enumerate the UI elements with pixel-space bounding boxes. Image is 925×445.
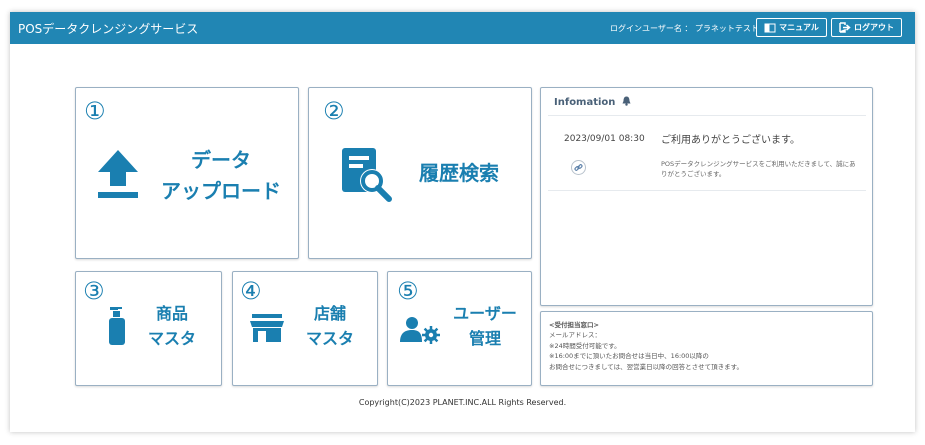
news-body: POSデータクレンジングサービスをご利用いただきまして、誠にありがとうございます… — [661, 160, 856, 179]
news-title[interactable]: ご利用ありがとうございます。 — [661, 131, 800, 146]
divider — [548, 190, 866, 191]
contact-line2: ※16:00までに頂いたお問合せは当日中、16:00以降の — [549, 352, 709, 361]
logout-label: ログアウト — [854, 23, 894, 32]
product-master-tile[interactable]: ③ 商品 マスタ — [75, 271, 222, 386]
contact-line1: ※24時間受付可能です。 — [549, 341, 621, 350]
contact-mail: メールアドレス： — [549, 331, 601, 340]
news-date: 2023/09/01 08:30 — [564, 134, 645, 144]
manual-icon — [764, 23, 776, 32]
tile-number: ② — [323, 97, 345, 125]
logout-button[interactable]: ログアウト — [831, 18, 902, 37]
user-gear-icon — [400, 317, 440, 344]
app-header: POSデータクレンジングサービス ログインユーザー名 ： プラネットテスト マニ… — [10, 12, 915, 44]
app-frame: POSデータクレンジングサービス ログインユーザー名 ： プラネットテスト マニ… — [10, 12, 915, 432]
bottle-icon — [109, 307, 125, 345]
product-master-label: 商品 マスタ — [139, 302, 205, 352]
tile-number: ⑤ — [397, 277, 419, 305]
user-label-line1: ユーザー — [453, 304, 517, 323]
tile-number: ③ — [83, 277, 105, 305]
user-management-label: ユーザー 管理 — [443, 302, 527, 352]
upload-tile[interactable]: ① データ アップロード — [75, 87, 299, 259]
store-master-label: 店舗 マスタ — [297, 302, 363, 352]
information-panel: Infomation 2023/09/01 08:30 ご利用ありがとうございま… — [540, 87, 873, 306]
link-icon — [574, 164, 583, 171]
tile-number: ④ — [240, 277, 262, 305]
upload-label-line1: データ — [191, 148, 251, 172]
information-title-text: Infomation — [554, 97, 616, 108]
history-search-label: 履歴検索 — [419, 161, 499, 185]
upload-icon — [98, 150, 138, 198]
store-label-line2: マスタ — [305, 328, 354, 348]
upload-label: データ アップロード — [156, 145, 286, 207]
store-master-tile[interactable]: ④ 店舗 マスタ — [232, 271, 378, 386]
manual-label: マニュアル — [779, 23, 819, 32]
divider — [548, 115, 866, 116]
app-title: POSデータクレンジングサービス — [18, 22, 199, 36]
product-label-line2: マスタ — [147, 328, 196, 348]
tile-number: ① — [84, 97, 106, 125]
store-icon — [250, 314, 284, 342]
manual-button[interactable]: マニュアル — [756, 18, 827, 37]
contact-line3: お問合せにつきましては、翌営業日以降の回答とさせて頂きます。 — [549, 362, 744, 371]
copyright: Copyright(C)2023 PLANET.INC.ALL Rights R… — [358, 398, 567, 407]
history-search-tile[interactable]: ② 履歴検索 — [308, 87, 532, 259]
search-document-icon — [342, 148, 392, 202]
contact-title: <受付担当窓口> — [549, 321, 599, 329]
news-link-button[interactable] — [571, 160, 586, 175]
contact-panel: <受付担当窓口> メールアドレス： ※24時間受付可能です。 ※16:00までに… — [540, 311, 873, 386]
bell-icon — [622, 96, 631, 106]
login-user-label: ログインユーザー名 ： プラネットテスト — [610, 24, 759, 33]
store-label-line1: 店舗 — [313, 304, 346, 323]
information-title: Infomation — [554, 96, 631, 108]
product-label-line1: 商品 — [155, 304, 188, 323]
user-label-line2: 管理 — [468, 328, 501, 348]
user-management-tile[interactable]: ⑤ ユーザー 管理 — [387, 271, 532, 386]
upload-label-line2: アップロード — [161, 179, 281, 203]
logout-icon — [839, 22, 851, 33]
